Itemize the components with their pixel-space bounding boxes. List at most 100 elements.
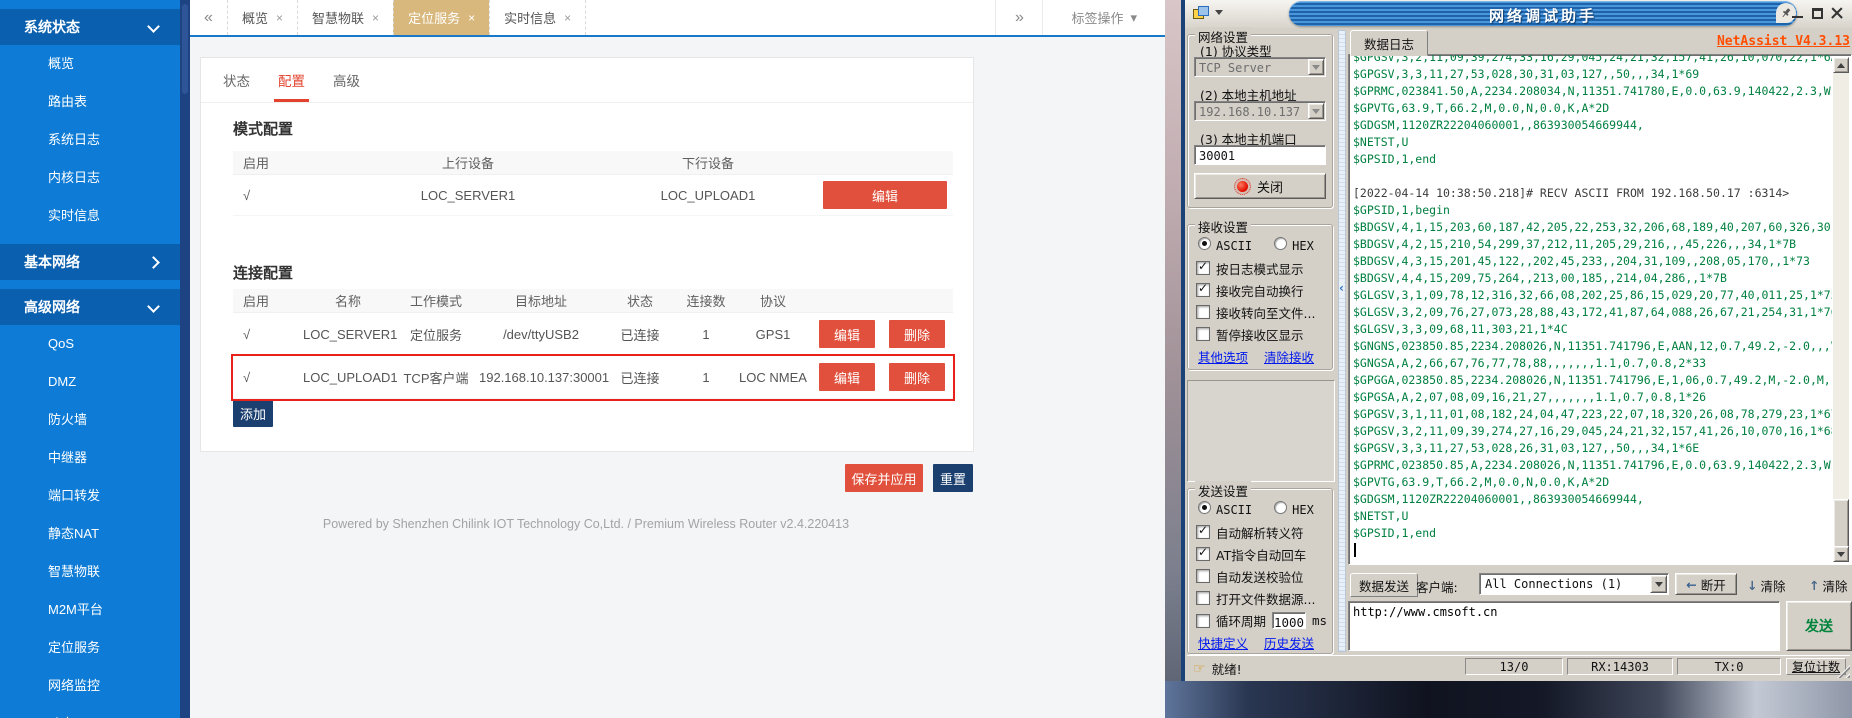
checkbox-option[interactable]: 按日志模式显示 [1196, 257, 1328, 279]
port-input[interactable]: 30001 [1194, 145, 1326, 165]
checkbox[interactable] [1196, 283, 1210, 297]
sidebar-item[interactable]: 基本网络 [0, 244, 180, 280]
scroll-down-icon[interactable] [1833, 546, 1849, 562]
close-tab-icon[interactable]: × [372, 11, 379, 25]
edit-button[interactable]: 编辑 [819, 320, 875, 348]
recv-hex-radio[interactable]: HEX [1274, 237, 1314, 253]
cycle-period-option[interactable]: 循环周期 1000 ms [1196, 611, 1327, 630]
sidebar-item[interactable]: 静态NAT [0, 515, 180, 553]
sidebar-item[interactable]: 定位服务 [0, 629, 180, 667]
version-link[interactable]: NetAssist V4.3.13 [1717, 34, 1850, 49]
delete-button[interactable]: 删除 [889, 320, 945, 348]
reset-count-button[interactable]: 复位计数 [1786, 658, 1846, 675]
page-tab[interactable]: 智慧物联 × [297, 0, 393, 35]
history-send-link[interactable]: 历史发送 [1264, 633, 1314, 652]
sidebar-item[interactable]: 概览 [0, 45, 180, 83]
combo-arrow-icon[interactable] [1650, 575, 1667, 593]
sidebar-scrollbar[interactable] [180, 0, 190, 718]
page-tab[interactable]: 定位服务 × [393, 0, 489, 35]
protocol-select[interactable]: TCP Server [1194, 57, 1326, 77]
close-icon[interactable] [1831, 7, 1844, 20]
sidebar-item[interactable]: M2M平台 [0, 591, 180, 629]
close-server-button[interactable]: 关闭 [1194, 173, 1326, 199]
sidebar-item[interactable]: 防火墙 [0, 401, 180, 439]
checkbox[interactable] [1196, 305, 1210, 319]
checkbox[interactable] [1196, 261, 1210, 275]
page-tab[interactable]: 概览 × [227, 0, 297, 35]
send-input[interactable]: http://www.cmsoft.cn [1348, 601, 1780, 651]
host-select[interactable]: 192.168.10.137 [1194, 101, 1326, 121]
tabs-scroll-right-icon[interactable]: » [995, 0, 1042, 35]
client-select[interactable]: All Connections (1) [1479, 573, 1669, 595]
maximize-icon[interactable] [1811, 7, 1824, 20]
checkbox[interactable] [1196, 591, 1210, 605]
close-tab-icon[interactable]: × [564, 11, 571, 25]
sidebar-item[interactable]: 实时信息 [0, 197, 180, 235]
minimize-icon[interactable] [1791, 7, 1804, 20]
add-button[interactable]: 添加 [233, 399, 273, 427]
sidebar-item[interactable]: 系统状态 [0, 9, 180, 45]
sidebar-item[interactable]: 高级网络 [0, 289, 180, 325]
checkbox[interactable] [1196, 525, 1210, 539]
clear-receive-button[interactable]: ↓ 清除 [1747, 576, 1786, 595]
sidebar-item[interactable]: 智慧物联 [0, 553, 180, 591]
sidebar-item[interactable]: QoS [0, 325, 180, 363]
send-hex-radio[interactable]: HEX [1274, 501, 1314, 517]
checkbox-option[interactable]: 自动发送校验位 [1196, 565, 1328, 587]
checkbox[interactable] [1196, 569, 1210, 583]
panel-splitter[interactable]: ‹ [1338, 30, 1346, 652]
log-scrollbar[interactable] [1833, 57, 1849, 562]
sidebar-item[interactable]: 中继器 [0, 439, 180, 477]
checkbox-option[interactable]: 自动解析转义符 [1196, 521, 1328, 543]
scrollbar-thumb[interactable] [1833, 499, 1849, 549]
close-tab-icon[interactable]: × [468, 11, 475, 25]
clear-send-button[interactable]: ↑ 清除 [1809, 576, 1848, 595]
recv-ascii-radio[interactable]: ASCII [1198, 237, 1252, 253]
checkbox-option[interactable]: 暂停接收区显示 [1196, 323, 1328, 345]
scroll-up-icon[interactable] [1833, 57, 1849, 73]
send-ascii-radio[interactable]: ASCII [1198, 501, 1252, 517]
tab-advanced[interactable]: 高级 [333, 58, 360, 102]
sidebar-item[interactable]: DMZ [0, 363, 180, 401]
titlebar[interactable]: 网络调试助手 [1185, 0, 1852, 28]
sidebar-item[interactable]: 网络监控 [0, 667, 180, 705]
tab-actions-dropdown[interactable]: 标签操作 ▾ [1042, 0, 1165, 35]
combo-arrow-icon[interactable] [1308, 103, 1324, 119]
sidebar-item[interactable]: 路由表 [0, 83, 180, 121]
checkbox-option[interactable]: AT指令自动回车 [1196, 543, 1328, 565]
scrollbar-thumb[interactable] [182, 4, 188, 94]
checkbox-option[interactable]: 接收转向至文件... [1196, 301, 1328, 323]
send-button[interactable]: 发送 [1786, 601, 1852, 651]
combo-arrow-icon[interactable] [1308, 59, 1324, 75]
sidebar-item[interactable]: 内核日志 [0, 159, 180, 197]
reset-button[interactable]: 重置 [933, 464, 973, 492]
page-tab[interactable]: 实时信息 × [489, 0, 586, 35]
tab-config[interactable]: 配置 [278, 58, 305, 102]
checkbox[interactable] [1196, 327, 1210, 341]
sidebar-item[interactable]: 端口转发 [0, 477, 180, 515]
checkbox[interactable] [1196, 614, 1210, 628]
delete-button[interactable]: 删除 [889, 363, 945, 391]
disconnect-button[interactable]: ← 断开 [1675, 573, 1737, 595]
app-icon[interactable] [1193, 6, 1207, 19]
tab-data-log[interactable]: 数据日志 [1350, 30, 1428, 56]
checkbox-option[interactable]: 打开文件数据源... [1196, 587, 1328, 609]
edit-button[interactable]: 编辑 [823, 181, 947, 209]
clear-receive-link[interactable]: 清除接收 [1264, 347, 1314, 366]
checkbox[interactable] [1196, 547, 1210, 561]
sidebar-item[interactable]: 动态DNS [0, 705, 180, 718]
log-output[interactable]: $GPGSV,3,2,11,09,39,274,33,16,29,045,24,… [1348, 54, 1852, 565]
save-apply-button[interactable]: 保存并应用 [845, 464, 923, 492]
cycle-period-input[interactable]: 1000 [1272, 612, 1306, 629]
tab-status[interactable]: 状态 [223, 58, 250, 102]
app-menu-caret-icon[interactable] [1215, 10, 1223, 15]
sidebar-item[interactable]: 系统日志 [0, 121, 180, 159]
checkbox-option[interactable]: 接收完自动换行 [1196, 279, 1328, 301]
collapse-panel-icon[interactable]: ‹ [1339, 281, 1344, 295]
edit-button[interactable]: 编辑 [819, 363, 875, 391]
close-tab-icon[interactable]: × [276, 11, 283, 25]
quick-define-link[interactable]: 快捷定义 [1198, 633, 1248, 652]
tab-data-send[interactable]: 数据发送 [1350, 573, 1418, 597]
other-options-link[interactable]: 其他选项 [1198, 347, 1248, 366]
tabs-scroll-left-icon[interactable]: « [190, 0, 227, 35]
